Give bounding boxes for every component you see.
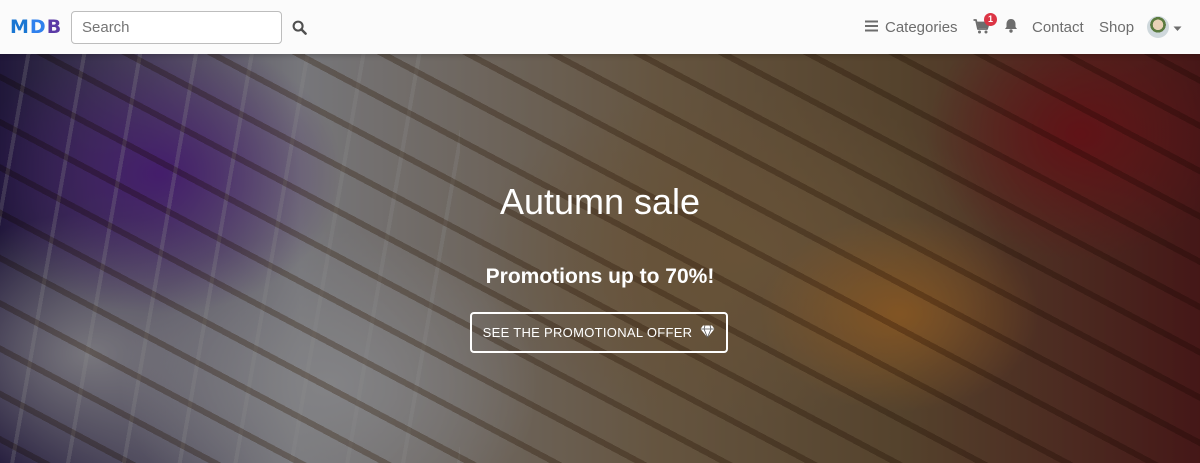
nav-categories[interactable]: Categories [865,0,958,54]
bars-icon [865,19,878,36]
logo-letter: B [46,16,62,38]
promotional-offer-label: See the promotional offer [482,325,693,340]
brand-logo[interactable]: M D B [10,14,61,40]
search-icon[interactable] [289,17,309,37]
caret-down-icon [1173,19,1182,36]
bell-icon [1004,18,1018,37]
promotional-offer-button[interactable]: See the promotional offer [470,312,728,353]
nav-contact-label: Contact [1032,18,1084,36]
hero-banner: Autumn sale Promotions up to 70%! See th… [0,54,1200,463]
nav-user-menu[interactable] [1147,0,1182,54]
user-avatar [1147,16,1169,38]
gem-icon [700,324,715,341]
nav-shop-label: Shop [1099,18,1135,36]
nav-categories-label: Categories [885,18,958,36]
cart-badge: 1 [984,13,997,26]
nav-contact[interactable]: Contact [1032,0,1084,54]
hero-content: Autumn sale Promotions up to 70%! See th… [0,54,1200,463]
nav-shop[interactable]: Shop [1099,0,1134,54]
nav-notifications[interactable] [1004,0,1018,54]
nav-cart[interactable]: 1 [973,0,997,54]
logo-letter: M [10,16,29,38]
top-navbar: M D B Categories 1 [0,0,1200,54]
logo-letter: D [29,16,46,38]
search-input[interactable] [71,11,282,44]
hero-subtitle: Promotions up to 70%! [485,265,715,288]
hero-title: Autumn sale [499,181,701,222]
